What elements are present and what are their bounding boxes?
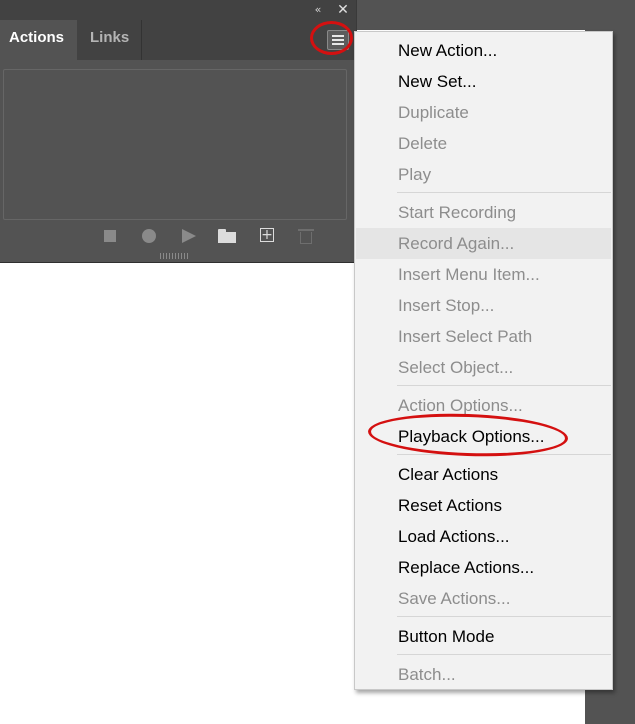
menu-item-button-mode[interactable]: Button Mode: [356, 621, 611, 652]
annotation-circle-menu-button: [310, 21, 353, 55]
menu-separator: [397, 654, 611, 655]
menu-item-insert-select-path[interactable]: Insert Select Path: [356, 321, 611, 352]
menu-item-clear-actions[interactable]: Clear Actions: [356, 459, 611, 490]
actions-list-area[interactable]: [3, 69, 347, 220]
menu-item-select-object[interactable]: Select Object...: [356, 352, 611, 383]
play-icon[interactable]: [178, 226, 198, 246]
tab-links[interactable]: Links: [77, 20, 142, 60]
menu-item-reset-actions[interactable]: Reset Actions: [356, 490, 611, 521]
panel-toolbar: +: [0, 226, 356, 246]
menu-item-load-actions[interactable]: Load Actions...: [356, 521, 611, 552]
menu-item-insert-menu-item[interactable]: Insert Menu Item...: [356, 259, 611, 290]
menu-separator: [397, 385, 611, 386]
menu-item-start-recording[interactable]: Start Recording: [356, 197, 611, 228]
close-panel-icon[interactable]: ✕: [335, 2, 351, 18]
panel-tabbar: Actions Links: [0, 20, 356, 60]
menu-item-record-again[interactable]: Record Again...: [356, 228, 611, 259]
background-region: [357, 0, 585, 30]
menu-item-duplicate[interactable]: Duplicate: [356, 97, 611, 128]
tab-actions[interactable]: Actions: [0, 20, 77, 60]
menu-item-save-actions[interactable]: Save Actions...: [356, 583, 611, 614]
menu-separator: [397, 616, 611, 617]
folder-icon[interactable]: [216, 226, 236, 246]
menu-item-insert-stop[interactable]: Insert Stop...: [356, 290, 611, 321]
menu-item-new-action[interactable]: New Action...: [356, 35, 611, 66]
panel-titlebar: « ✕: [0, 0, 356, 20]
record-icon[interactable]: [140, 226, 160, 246]
menu-item-replace-actions[interactable]: Replace Actions...: [356, 552, 611, 583]
menu-item-play[interactable]: Play: [356, 159, 611, 190]
trash-icon[interactable]: [297, 226, 317, 246]
resize-grip[interactable]: [160, 253, 190, 259]
menu-item-new-set[interactable]: New Set...: [356, 66, 611, 97]
collapse-panel-icon[interactable]: «: [311, 3, 325, 17]
menu-item-delete[interactable]: Delete: [356, 128, 611, 159]
stop-icon[interactable]: [101, 226, 121, 246]
menu-separator: [397, 192, 611, 193]
new-action-icon[interactable]: +: [258, 226, 278, 246]
actions-panel: « ✕ Actions Links +: [0, 0, 357, 263]
menu-item-batch[interactable]: Batch...: [356, 659, 611, 690]
panel-flyout-menu: New Action... New Set... Duplicate Delet…: [354, 31, 613, 690]
